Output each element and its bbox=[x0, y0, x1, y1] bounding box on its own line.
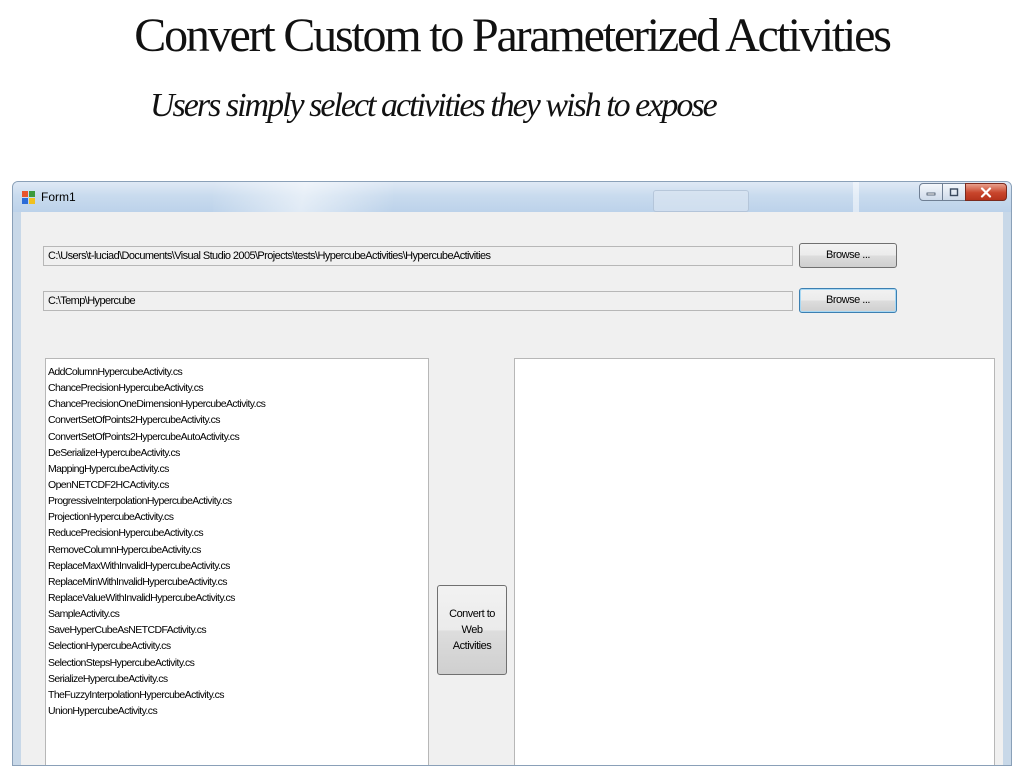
titlebar-glass-reflection bbox=[653, 190, 749, 212]
window-titlebar[interactable]: Form1 bbox=[13, 182, 1011, 212]
list-item[interactable]: ReplaceValueWithInvalidHypercubeActivity… bbox=[48, 590, 428, 606]
slide-subtitle: Users simply select activities they wish… bbox=[150, 87, 718, 124]
list-item[interactable]: ChancePrecisionHypercubeActivity.cs bbox=[48, 380, 428, 396]
activities-listbox[interactable]: AddColumnHypercubeActivity.cs ChancePrec… bbox=[45, 358, 429, 765]
close-button[interactable] bbox=[965, 183, 1007, 201]
list-item[interactable]: SaveHyperCubeAsNETCDFActivity.cs bbox=[48, 622, 428, 638]
list-item[interactable]: SelectionHypercubeActivity.cs bbox=[48, 638, 428, 654]
list-item[interactable]: AddColumnHypercubeActivity.cs bbox=[48, 364, 428, 380]
form-window: Form1 C:\Users\t-luciad\Documents\Visual… bbox=[12, 181, 1012, 766]
list-item[interactable]: ProjectionHypercubeActivity.cs bbox=[48, 509, 428, 525]
form-client-area: C:\Users\t-luciad\Documents\Visual Studi… bbox=[21, 212, 1003, 765]
browse-output-button[interactable]: Browse ... bbox=[799, 288, 897, 313]
list-item[interactable]: ConvertSetOfPoints2HypercubeActivity.cs bbox=[48, 412, 428, 428]
output-path-field[interactable]: C:\Temp\Hypercube bbox=[43, 291, 793, 311]
list-item[interactable]: ReplaceMinWithInvalidHypercubeActivity.c… bbox=[48, 574, 428, 590]
list-item[interactable]: RemoveColumnHypercubeActivity.cs bbox=[48, 542, 428, 558]
list-item[interactable]: OpenNETCDF2HCActivity.cs bbox=[48, 477, 428, 493]
list-item[interactable]: ReducePrecisionHypercubeActivity.cs bbox=[48, 525, 428, 541]
titlebar-glass-reflection bbox=[213, 182, 393, 212]
list-item[interactable]: UnionHypercubeActivity.cs bbox=[48, 703, 428, 719]
convert-to-web-activities-button[interactable]: Convert to Web Activities bbox=[437, 585, 507, 675]
list-item[interactable]: SampleActivity.cs bbox=[48, 606, 428, 622]
close-icon bbox=[980, 186, 992, 198]
winforms-app-icon[interactable] bbox=[22, 191, 35, 204]
list-item[interactable]: ReplaceMaxWithInvalidHypercubeActivity.c… bbox=[48, 558, 428, 574]
list-item[interactable]: ProgressiveInterpolationHypercubeActivit… bbox=[48, 493, 428, 509]
list-item[interactable]: SerializeHypercubeActivity.cs bbox=[48, 671, 428, 687]
maximize-button[interactable] bbox=[942, 183, 966, 201]
list-item[interactable]: SelectionStepsHypercubeActivity.cs bbox=[48, 655, 428, 671]
list-item[interactable]: DeSerializeHypercubeActivity.cs bbox=[48, 445, 428, 461]
list-item[interactable]: ConvertSetOfPoints2HypercubeAutoActivity… bbox=[48, 429, 428, 445]
window-title: Form1 bbox=[41, 190, 76, 204]
list-item[interactable]: ChancePrecisionOneDimensionHypercubeActi… bbox=[48, 396, 428, 412]
list-item[interactable]: MappingHypercubeActivity.cs bbox=[48, 461, 428, 477]
source-path-field[interactable]: C:\Users\t-luciad\Documents\Visual Studi… bbox=[43, 246, 793, 266]
titlebar-glass-reflection bbox=[853, 182, 859, 212]
browse-source-button[interactable]: Browse ... bbox=[799, 243, 897, 268]
slide-title: Convert Custom to Parameterized Activiti… bbox=[134, 9, 892, 62]
minimize-button[interactable] bbox=[919, 183, 943, 201]
output-listbox[interactable] bbox=[514, 358, 995, 765]
minimize-icon bbox=[926, 192, 936, 196]
list-item[interactable]: TheFuzzyInterpolationHypercubeActivity.c… bbox=[48, 687, 428, 703]
maximize-icon bbox=[949, 187, 959, 196]
